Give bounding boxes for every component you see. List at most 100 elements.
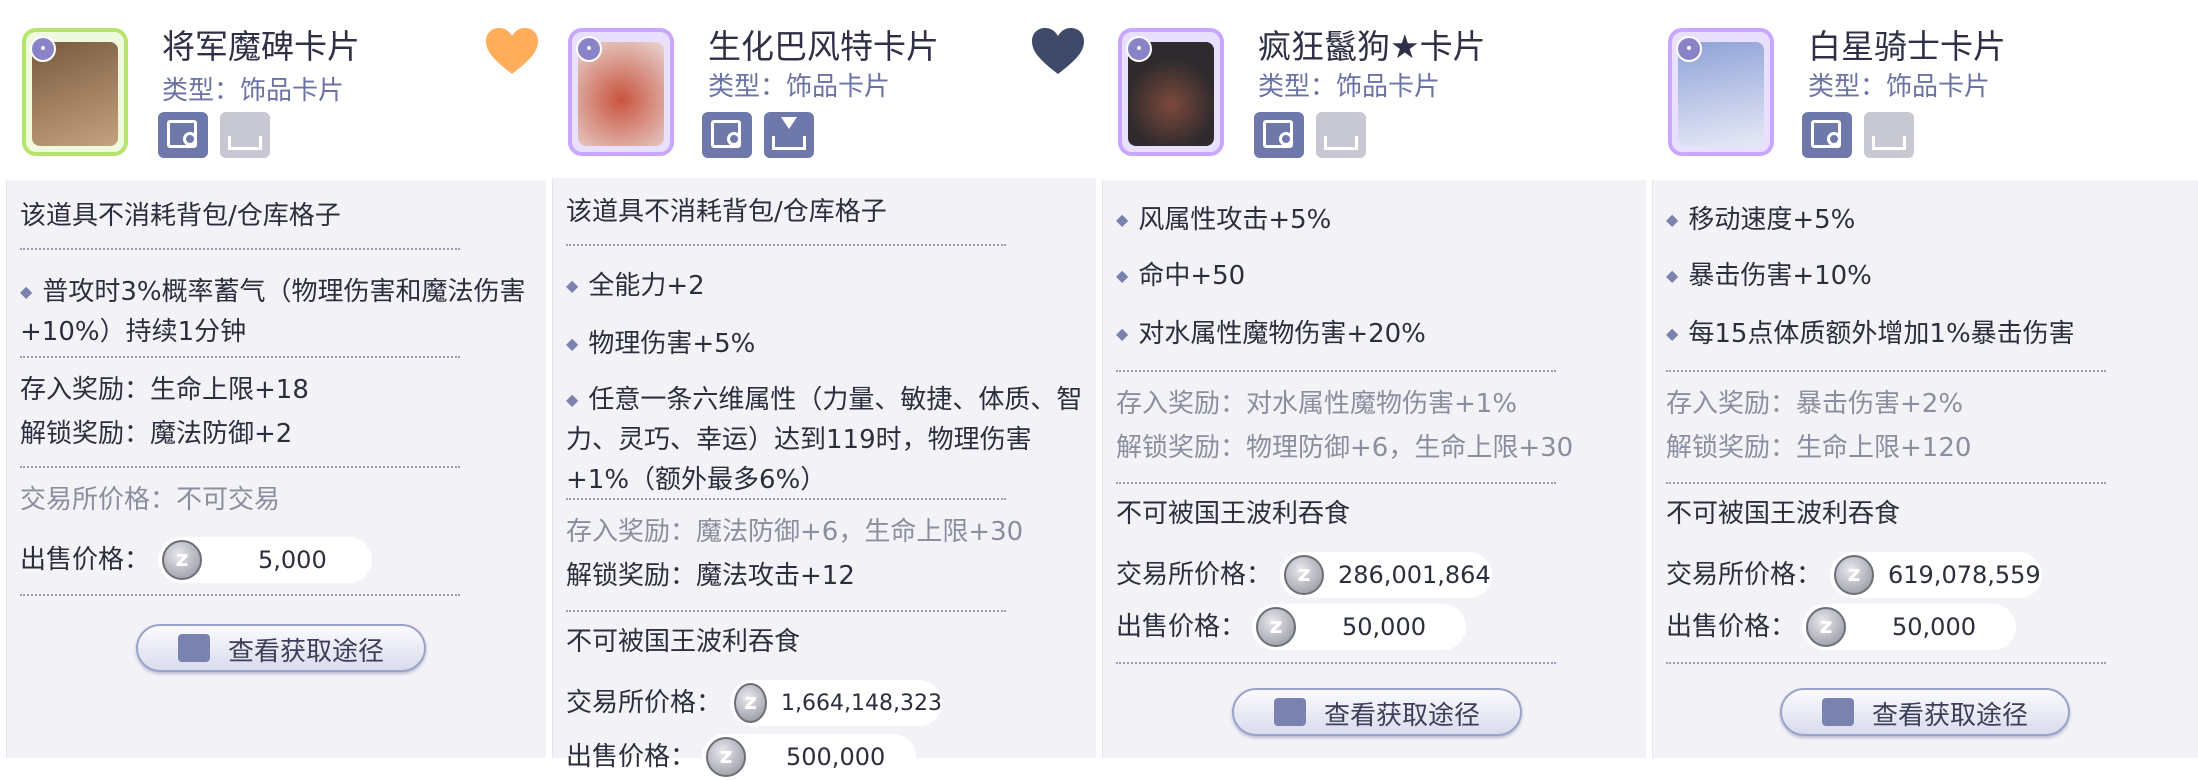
diamond-icon: ◆ xyxy=(1666,266,1679,285)
card-crazy-hyena: • 疯狂鬣狗★卡片 类型：饰品卡片 ◆ 风属性攻击+5% ◆ 命中+50 ◆ 对水属性… xyxy=(1096,0,1646,758)
sell-price-label: 出售价格： xyxy=(20,545,151,575)
sell-price-label: 出售价格： xyxy=(566,742,697,772)
zeny-coin-icon: z xyxy=(162,540,202,580)
diamond-icon: ◆ xyxy=(20,282,33,301)
inspect-icon[interactable] xyxy=(702,112,752,158)
zeny-coin-icon: z xyxy=(734,683,768,723)
diamond-icon: ◆ xyxy=(1666,324,1679,343)
card-portrait[interactable]: • xyxy=(1118,28,1224,156)
divider xyxy=(20,466,460,468)
unlock-reward: 解锁奖励：物理防御+6，生命上限+30 xyxy=(1116,433,1574,463)
effect-line: ◆ 物理伤害+5% xyxy=(566,324,755,364)
card-portrait[interactable]: • xyxy=(22,28,128,156)
not-devour-note: 不可被国王波利吞食 xyxy=(566,627,801,657)
effect-line: ◆ 移动速度+5% xyxy=(1666,200,1855,240)
view-source-label: 查看获取途径 xyxy=(228,637,385,667)
sell-price-value: 500,000 xyxy=(786,743,886,771)
diamond-icon: ◆ xyxy=(1666,210,1679,229)
divider xyxy=(20,356,460,358)
not-devour-note: 不可被国王波利吞食 xyxy=(1666,499,1901,529)
sell-price-value: 50,000 xyxy=(1342,613,1426,641)
card-portrait[interactable]: • xyxy=(568,28,674,156)
card-white-knight: • 白星骑士卡片 类型：饰品卡片 ◆ 移动速度+5% ◆ 暴击伤害+10% ◆ 每15… xyxy=(1646,0,2198,758)
trade-price-label: 交易所价格： xyxy=(566,688,723,718)
effect-line: ◆ 对水属性魔物伤害+20% xyxy=(1116,314,1426,354)
trade-price-value: 619,078,559 xyxy=(1888,561,2041,589)
heart-icon[interactable] xyxy=(484,26,540,76)
view-source-button[interactable]: 查看获取途径 xyxy=(136,624,426,672)
card-title: 生化巴风特卡片 xyxy=(708,27,939,66)
no-bag-note: 该道具不消耗背包/仓库格子 xyxy=(566,197,887,227)
lock-icon: • xyxy=(1676,36,1702,62)
view-source-button[interactable]: 查看获取途径 xyxy=(1780,688,2070,736)
inbox-icon[interactable] xyxy=(220,112,270,158)
card-title: 将军魔碑卡片 xyxy=(162,27,360,66)
sell-price-pill: z 500,000 xyxy=(702,734,916,780)
inspect-icon xyxy=(1274,698,1306,726)
zeny-coin-icon: z xyxy=(1806,607,1846,647)
effect-text: 每15点体质额外增加1%暴击伤害 xyxy=(1688,319,2075,349)
card-baphomet: • 生化巴风特卡片 类型：饰品卡片 该道具不消耗背包/仓库格子 ◆ 全能力+2 ◆… xyxy=(546,0,1096,780)
not-devour-note: 不可被国王波利吞食 xyxy=(1116,499,1351,529)
diamond-icon: ◆ xyxy=(1116,210,1129,229)
heart-icon[interactable] xyxy=(1030,26,1086,76)
effect-text: 移动速度+5% xyxy=(1688,205,1856,235)
zeny-coin-icon: z xyxy=(1284,555,1324,595)
view-source-label: 查看获取途径 xyxy=(1324,701,1481,731)
effect-line: ◆ 全能力+2 xyxy=(566,266,705,306)
sell-price-label: 出售价格： xyxy=(1116,612,1247,642)
sell-price-label: 出售价格： xyxy=(1666,612,1797,642)
inspect-icon xyxy=(178,634,210,662)
diamond-icon: ◆ xyxy=(566,390,579,409)
no-bag-note: 该道具不消耗背包/仓库格子 xyxy=(20,201,341,231)
divider xyxy=(20,594,460,596)
effect-line: ◆ 普攻时3%概率蓄气（物理伤害和魔法伤害+10%）持续1分钟 xyxy=(20,272,540,352)
inspect-icon[interactable] xyxy=(1802,112,1852,158)
sell-price-pill: z 5,000 xyxy=(158,537,372,583)
card-general-monument: • 将军魔碑卡片 类型：饰品卡片 该道具不消耗背包/仓库格子 ◆ 普攻时3%概率蓄… xyxy=(0,0,546,758)
lock-icon: • xyxy=(1126,36,1152,62)
divider xyxy=(1666,482,2106,484)
view-source-button[interactable]: 查看获取途径 xyxy=(1232,688,1522,736)
card-type: 类型：饰品卡片 xyxy=(1258,72,1441,102)
divider xyxy=(566,498,1006,500)
trade-price-pill: z 1,664,148,323 xyxy=(730,680,942,726)
inspect-icon[interactable] xyxy=(158,112,208,158)
trade-price-pill: z 619,078,559 xyxy=(1830,552,2042,598)
inbox-icon[interactable] xyxy=(1316,112,1366,158)
card-portrait[interactable]: • xyxy=(1668,28,1774,156)
diamond-icon: ◆ xyxy=(1116,324,1129,343)
deposit-reward: 存入奖励：生命上限+18 xyxy=(20,375,309,405)
deposit-reward: 存入奖励：魔法防御+6，生命上限+30 xyxy=(566,517,1024,547)
card-title: 疯狂鬣狗★卡片 xyxy=(1258,27,1486,66)
divider xyxy=(1666,662,2106,664)
divider xyxy=(566,610,1006,612)
lock-icon: • xyxy=(576,36,602,62)
unlock-reward: 解锁奖励：魔法攻击+12 xyxy=(566,561,855,591)
effect-text: 物理伤害+5% xyxy=(588,329,756,359)
trade-price-value: 286,001,864 xyxy=(1338,561,1491,589)
inspect-icon[interactable] xyxy=(1254,112,1304,158)
effect-text: 普攻时3%概率蓄气（物理伤害和魔法伤害+10%）持续1分钟 xyxy=(20,277,526,347)
deposit-reward: 存入奖励：对水属性魔物伤害+1% xyxy=(1116,389,1518,419)
effect-text: 任意一条六维属性（力量、敏捷、体质、智力、灵巧、幸运）达到119时，物理伤害+1… xyxy=(566,385,1083,495)
download-icon[interactable] xyxy=(764,112,814,158)
divider xyxy=(20,248,460,250)
sell-price-pill: z 50,000 xyxy=(1802,604,2016,650)
sell-price-value: 50,000 xyxy=(1892,613,1976,641)
effect-text: 命中+50 xyxy=(1138,261,1246,291)
divider xyxy=(1666,370,2106,372)
unlock-reward: 解锁奖励：魔法防御+2 xyxy=(20,419,293,449)
trade-price-value: 1,664,148,323 xyxy=(781,690,942,716)
lock-icon: • xyxy=(30,36,56,62)
diamond-icon: ◆ xyxy=(566,276,579,295)
inspect-icon xyxy=(1822,698,1854,726)
zeny-coin-icon: z xyxy=(706,737,746,777)
diamond-icon: ◆ xyxy=(1116,266,1129,285)
divider xyxy=(1116,370,1556,372)
inbox-icon[interactable] xyxy=(1864,112,1914,158)
effect-line: ◆ 每15点体质额外增加1%暴击伤害 xyxy=(1666,314,2075,354)
effect-line: ◆ 风属性攻击+5% xyxy=(1116,200,1331,240)
card-type: 类型：饰品卡片 xyxy=(708,72,891,102)
trade-price-pill: z 286,001,864 xyxy=(1280,552,1492,598)
